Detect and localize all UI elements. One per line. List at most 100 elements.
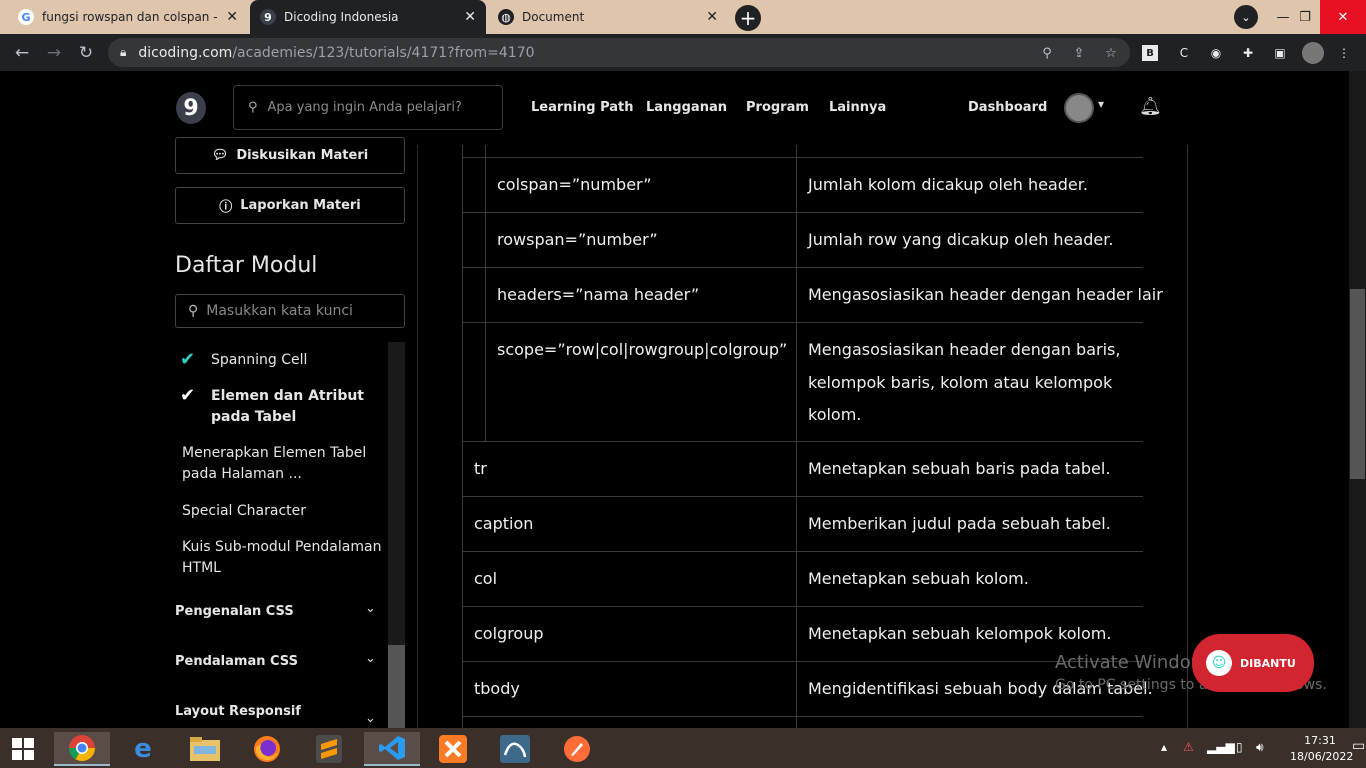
extension-b-icon[interactable]: B [1142, 45, 1158, 61]
module-item-menerapkan[interactable]: Menerapkan Elemen Tabel pada Halaman ... [182, 443, 382, 485]
show-hidden-icons[interactable]: ▴ [1161, 740, 1167, 754]
report-material-button[interactable]: ⓘ Laporkan Materi [175, 187, 405, 224]
chevron-down-icon[interactable]: ▾ [1098, 97, 1104, 111]
forward-icon[interactable]: → [43, 42, 65, 64]
close-tab-icon[interactable]: ✕ [226, 9, 238, 25]
info-icon: ⓘ [219, 200, 233, 215]
close-tab-icon[interactable]: ✕ [706, 9, 718, 25]
page-scrollbar[interactable] [1349, 71, 1366, 728]
clock-date: 18/06/2022 [1290, 750, 1354, 763]
internet-explorer-icon[interactable]: e [120, 732, 166, 766]
back-icon[interactable]: ← [11, 42, 33, 64]
mysql-workbench-icon[interactable] [492, 732, 538, 766]
elem-cell: caption [474, 514, 534, 533]
chrome-icon[interactable] [54, 732, 110, 766]
desc-cell: Jumlah kolom dicakup oleh header. [808, 175, 1088, 194]
extensions-puzzle-icon[interactable]: ✚ [1238, 43, 1258, 63]
table-row: col Menetapkan sebuah kolom. [462, 552, 1143, 607]
section-layout-responsif[interactable]: Layout Responsif [175, 704, 301, 719]
table-border [462, 717, 463, 728]
chevron-down-icon[interactable]: ⌄ [365, 601, 376, 616]
address-bar[interactable]: 🔒︎ dicoding.com /academies/123/tutorials… [108, 38, 1130, 67]
vscode-icon[interactable] [364, 732, 420, 766]
module-search-input[interactable]: ⚲ Masukkan kata kunci [175, 294, 405, 328]
module-sidebar: 💬︎ Diskusikan Materi ⓘ Laporkan Materi D… [0, 137, 418, 728]
dicoding-logo[interactable]: 9 [176, 92, 206, 124]
close-tab-icon[interactable]: ✕ [464, 9, 476, 25]
module-item-kuis[interactable]: Kuis Sub-modul Pendalaman HTML [182, 537, 387, 579]
table-row: tr Menetapkan sebuah baris pada tabel. [462, 442, 1143, 497]
table-row: colspan=”number” Jumlah kolom dicakup ol… [462, 158, 1143, 213]
bookmark-star-icon[interactable]: ☆ [1102, 44, 1120, 62]
help-chat-button[interactable]: ☺ DIBANTU [1192, 634, 1314, 692]
desc-cell: Mengasosiasikan header dengan header lai… [808, 285, 1163, 304]
elem-cell: col [474, 569, 498, 588]
desc-cell: Mengasosiasikan header dengan baris, [808, 340, 1121, 359]
share-icon[interactable]: ⇪ [1070, 44, 1088, 62]
tutorial-content: colspan=”number” Jumlah kolom dicakup ol… [418, 145, 1188, 728]
postman-icon[interactable] [554, 732, 600, 766]
desc-cell: Jumlah row yang dicakup oleh header. [808, 230, 1114, 249]
nav-lainnya[interactable]: Lainnya [829, 100, 886, 115]
robot-icon: ☺ [1206, 650, 1232, 676]
module-item-special-character[interactable]: Special Character [182, 501, 306, 522]
signal-icon[interactable]: ▂▄▆ [1207, 740, 1235, 754]
user-avatar[interactable] [1064, 93, 1094, 123]
profile-avatar-icon[interactable] [1302, 42, 1324, 64]
table-row: rowspan=”number” Jumlah row yang dicakup… [462, 213, 1143, 268]
tab-title: fungsi rowspan dan colspan - Pe [42, 10, 221, 24]
windows-start-icon[interactable] [0, 732, 46, 766]
network-alert-icon[interactable]: ⚠ [1183, 740, 1194, 754]
module-item-elemen-atribut[interactable]: Elemen dan Atribut pada Tabel [211, 386, 371, 428]
section-pengenalan-css[interactable]: Pengenalan CSS [175, 604, 294, 619]
browser-tab-3[interactable]: ◍ Document ✕ [488, 0, 728, 34]
chevron-down-icon[interactable]: ⌄ [365, 711, 376, 726]
menu-dots-icon[interactable]: ⋮ [1334, 43, 1354, 63]
restore-icon[interactable]: ❐ [1290, 0, 1320, 34]
battery-icon[interactable]: ▯ [1236, 740, 1243, 754]
table-row: scope=”row|col|rowgroup|colgroup” Mengas… [462, 323, 1143, 442]
lock-icon: 🔒︎ [120, 45, 127, 59]
browser-tab-1[interactable]: G fungsi rowspan dan colspan - Pe ✕ [8, 0, 248, 34]
new-tab-button[interactable]: + [735, 5, 761, 31]
desc-cell: Memberikan judul pada sebuah tabel. [808, 514, 1111, 533]
check-icon: ✔ [180, 349, 196, 370]
table-row: tbody Mengidentifikasi sebuah body dalam… [462, 662, 1153, 717]
page-scrollbar-thumb[interactable] [1350, 289, 1365, 479]
extension-c-icon[interactable]: C [1174, 43, 1194, 63]
search-icon: ⚲ [188, 303, 199, 319]
system-clock[interactable]: 17:31 18/06/2022 [1290, 733, 1354, 765]
sidebar-scrollbar[interactable] [388, 342, 405, 728]
bell-icon[interactable]: 🔔︎ [1139, 96, 1162, 117]
xampp-icon[interactable] [430, 732, 476, 766]
discuss-material-button[interactable]: 💬︎ Diskusikan Materi [175, 137, 405, 174]
reload-icon[interactable]: ↻ [75, 42, 97, 64]
side-panel-icon[interactable]: ▣ [1270, 43, 1290, 63]
nav-learning-path[interactable]: Learning Path [531, 100, 634, 115]
file-explorer-icon[interactable] [182, 732, 228, 766]
clock-time: 17:31 [1304, 734, 1336, 747]
site-search-input[interactable]: ⚲ Apa yang ingin Anda pelajari? [233, 85, 503, 130]
firefox-icon[interactable] [244, 732, 290, 766]
volume-icon[interactable]: 🔊︎ [1256, 740, 1264, 755]
desc-cell: Menetapkan sebuah kolom. [808, 569, 1029, 588]
zoom-icon[interactable]: ⚲ [1038, 44, 1056, 62]
notification-icon[interactable]: ▭ [1352, 738, 1365, 754]
nav-program[interactable]: Program [746, 100, 809, 115]
extension-mask-icon[interactable]: ◉ [1206, 43, 1226, 63]
url-path: /academies/123/tutorials/4171?from=4170 [232, 44, 535, 61]
close-window-icon[interactable]: ✕ [1320, 0, 1366, 34]
report-label: Laporkan Materi [240, 198, 361, 213]
nav-langganan[interactable]: Langganan [646, 100, 727, 115]
globe-icon: ◍ [498, 9, 514, 25]
module-item-spanning-cell[interactable]: Spanning Cell [211, 350, 307, 371]
chevron-down-icon[interactable]: ⌄ [365, 651, 376, 666]
sidebar-scrollbar-thumb[interactable] [388, 645, 405, 728]
tab-search-icon[interactable]: ⌄ [1232, 0, 1260, 34]
table-row: headers=”nama header” Mengasosiasikan he… [462, 268, 1163, 323]
nav-dashboard[interactable]: Dashboard [968, 100, 1047, 115]
section-pendalaman-css[interactable]: Pendalaman CSS [175, 654, 298, 669]
browser-tab-2[interactable]: 9 Dicoding Indonesia ✕ [250, 0, 486, 34]
sublime-text-icon[interactable] [306, 732, 352, 766]
chat-icon: 💬︎ [211, 148, 229, 163]
